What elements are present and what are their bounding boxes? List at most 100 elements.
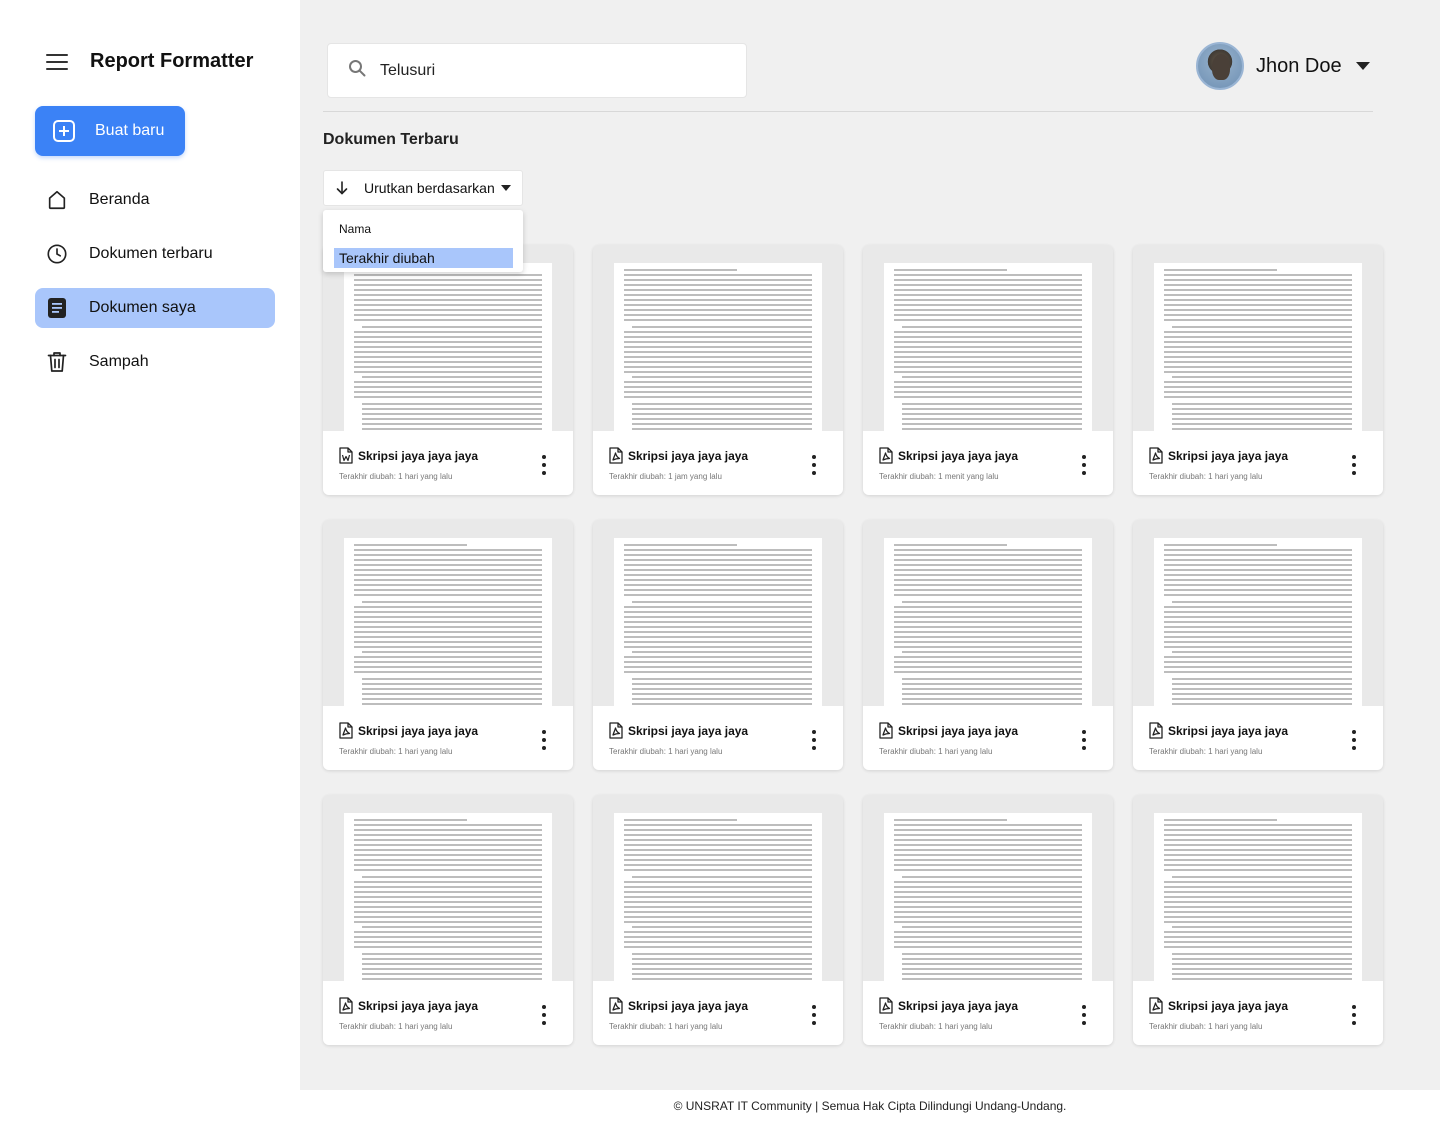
thumbnail-text-line bbox=[1164, 346, 1352, 348]
thumbnail-text-line bbox=[354, 284, 542, 286]
thumbnail-text-line bbox=[624, 869, 812, 871]
create-new-button[interactable]: Buat baru bbox=[35, 106, 185, 156]
document-thumbnail[interactable] bbox=[1154, 263, 1362, 431]
thumbnail-text-line bbox=[894, 666, 1082, 668]
thumbnail-text-line bbox=[902, 418, 1082, 420]
more-options-icon[interactable] bbox=[811, 730, 817, 750]
sidebar-item-dokumen-terbaru[interactable]: Dokumen terbaru bbox=[35, 234, 275, 274]
search-input[interactable] bbox=[380, 61, 720, 80]
document-card[interactable]: Skripsi jaya jaya jaya Terakhir diubah: … bbox=[323, 245, 573, 495]
thumbnail-text-line bbox=[354, 346, 542, 348]
thumbnail-text-line bbox=[354, 584, 542, 586]
caret-down-icon[interactable] bbox=[1355, 62, 1370, 70]
thumbnail-text-line bbox=[894, 381, 1082, 383]
document-title[interactable]: Skripsi jaya jaya jaya bbox=[898, 999, 1018, 1013]
thumbnail-text-line bbox=[1172, 963, 1352, 965]
thumbnail-text-line bbox=[354, 574, 542, 576]
document-title[interactable]: Skripsi jaya jaya jaya bbox=[628, 724, 748, 738]
thumbnail-text-line bbox=[1164, 631, 1352, 633]
document-card[interactable]: Skripsi jaya jaya jaya Terakhir diubah: … bbox=[593, 795, 843, 1045]
document-thumbnail[interactable] bbox=[344, 538, 552, 706]
thumbnail-text-line bbox=[632, 678, 812, 680]
more-options-icon[interactable] bbox=[541, 730, 547, 750]
document-card[interactable]: Skripsi jaya jaya jaya Terakhir diubah: … bbox=[1133, 520, 1383, 770]
thumbnail-text-line bbox=[624, 636, 812, 638]
thumbnail-text-line bbox=[1172, 683, 1352, 685]
more-options-icon[interactable] bbox=[1351, 455, 1357, 475]
thumbnail-text-line bbox=[624, 289, 812, 291]
thumbnail-text-line bbox=[894, 336, 1082, 338]
document-thumbnail[interactable] bbox=[884, 813, 1092, 981]
thumbnail-text-line bbox=[902, 926, 1082, 928]
sort-button[interactable]: Urutkan berdasarkan bbox=[323, 170, 523, 206]
thumbnail-text-line bbox=[1164, 869, 1352, 871]
sidebar-item-beranda[interactable]: Beranda bbox=[35, 180, 275, 220]
document-card[interactable]: Skripsi jaya jaya jaya Terakhir diubah: … bbox=[323, 795, 573, 1045]
thumbnail-text-line bbox=[902, 703, 1082, 705]
thumbnail-text-line bbox=[632, 601, 812, 603]
document-title[interactable]: Skripsi jaya jaya jaya bbox=[358, 449, 478, 463]
document-title-row: Skripsi jaya jaya jaya bbox=[609, 722, 827, 739]
document-card[interactable]: Skripsi jaya jaya jaya Terakhir diubah: … bbox=[1133, 795, 1383, 1045]
document-thumbnail[interactable] bbox=[884, 263, 1092, 431]
thumbnail-text-line bbox=[354, 916, 542, 918]
document-thumbnail[interactable] bbox=[344, 813, 552, 981]
thumbnail-text-line bbox=[362, 418, 542, 420]
document-thumbnail[interactable] bbox=[1154, 813, 1362, 981]
document-card[interactable]: Skripsi jaya jaya jaya Terakhir diubah: … bbox=[593, 245, 843, 495]
thumbnail-text-line bbox=[894, 584, 1082, 586]
avatar[interactable] bbox=[1196, 42, 1244, 90]
document-card[interactable]: Skripsi jaya jaya jaya Terakhir diubah: … bbox=[863, 245, 1113, 495]
more-options-icon[interactable] bbox=[811, 1005, 817, 1025]
document-title[interactable]: Skripsi jaya jaya jaya bbox=[358, 724, 478, 738]
more-options-icon[interactable] bbox=[541, 1005, 547, 1025]
document-title[interactable]: Skripsi jaya jaya jaya bbox=[358, 999, 478, 1013]
document-title[interactable]: Skripsi jaya jaya jaya bbox=[898, 449, 1018, 463]
document-title[interactable]: Skripsi jaya jaya jaya bbox=[628, 449, 748, 463]
document-title[interactable]: Skripsi jaya jaya jaya bbox=[1168, 999, 1288, 1013]
document-thumbnail[interactable] bbox=[614, 538, 822, 706]
more-options-icon[interactable] bbox=[811, 455, 817, 475]
document-thumbnail[interactable] bbox=[344, 263, 552, 431]
document-card[interactable]: Skripsi jaya jaya jaya Terakhir diubah: … bbox=[863, 520, 1113, 770]
sidebar-item-sampah[interactable]: Sampah bbox=[35, 342, 275, 382]
document-thumbnail[interactable] bbox=[614, 813, 822, 981]
thumbnail-text-line bbox=[354, 656, 542, 658]
document-thumbnail[interactable] bbox=[614, 263, 822, 431]
document-thumbnail[interactable] bbox=[1154, 538, 1362, 706]
more-options-icon[interactable] bbox=[1351, 1005, 1357, 1025]
more-options-icon[interactable] bbox=[1081, 1005, 1087, 1025]
document-card[interactable]: Skripsi jaya jaya jaya Terakhir diubah: … bbox=[593, 520, 843, 770]
thumbnail-text-line bbox=[1172, 968, 1352, 970]
hamburger-menu-icon[interactable] bbox=[46, 53, 68, 70]
more-options-icon[interactable] bbox=[541, 455, 547, 475]
search-bar[interactable] bbox=[327, 43, 747, 98]
sidebar-item-dokumen-saya[interactable]: Dokumen saya bbox=[35, 288, 275, 328]
thumbnail-text-line bbox=[632, 698, 812, 700]
document-card[interactable]: Skripsi jaya jaya jaya Terakhir diubah: … bbox=[863, 795, 1113, 1045]
thumbnail-text-line bbox=[354, 671, 542, 673]
document-card[interactable]: Skripsi jaya jaya jaya Terakhir diubah: … bbox=[1133, 245, 1383, 495]
thumbnail-text-line bbox=[624, 391, 812, 393]
document-card[interactable]: Skripsi jaya jaya jaya Terakhir diubah: … bbox=[323, 520, 573, 770]
thumbnail-text-line bbox=[624, 274, 812, 276]
more-options-icon[interactable] bbox=[1081, 455, 1087, 475]
document-thumbnail[interactable] bbox=[884, 538, 1092, 706]
document-title[interactable]: Skripsi jaya jaya jaya bbox=[898, 724, 1018, 738]
sort-option-terakhir-diubah[interactable]: Terakhir diubah bbox=[334, 248, 513, 268]
more-options-icon[interactable] bbox=[1081, 730, 1087, 750]
thumbnail-text-line bbox=[632, 413, 812, 415]
document-title[interactable]: Skripsi jaya jaya jaya bbox=[1168, 449, 1288, 463]
thumbnail-text-line bbox=[624, 361, 812, 363]
sidebar-item-label: Dokumen terbaru bbox=[89, 245, 213, 262]
document-card-footer: Skripsi jaya jaya jaya Terakhir diubah: … bbox=[593, 431, 843, 495]
thumbnail-text-line bbox=[1164, 366, 1352, 368]
document-title[interactable]: Skripsi jaya jaya jaya bbox=[1168, 724, 1288, 738]
thumbnail-text-line bbox=[624, 309, 812, 311]
document-title[interactable]: Skripsi jaya jaya jaya bbox=[628, 999, 748, 1013]
sort-option-nama[interactable]: Nama bbox=[323, 222, 523, 242]
thumbnail-text-line bbox=[354, 594, 542, 596]
thumbnail-text-line bbox=[894, 844, 1082, 846]
more-options-icon[interactable] bbox=[1351, 730, 1357, 750]
user-menu[interactable]: Jhon Doe bbox=[1196, 42, 1370, 90]
